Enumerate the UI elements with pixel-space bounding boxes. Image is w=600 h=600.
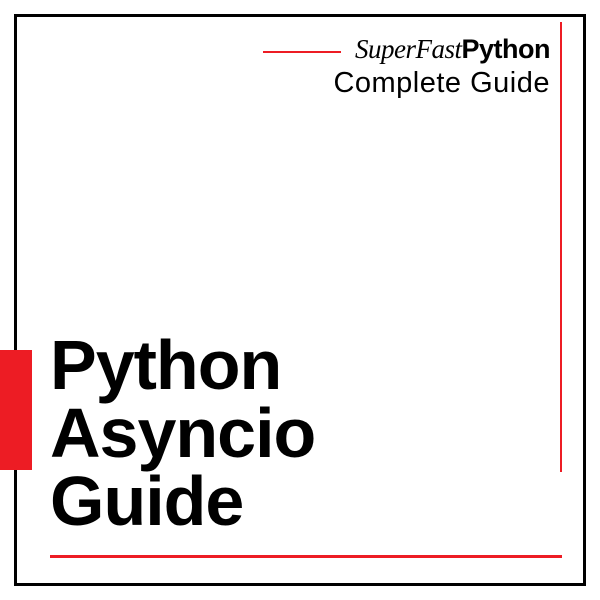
brand-prefix: SuperFast: [355, 34, 462, 64]
vertical-accent-line: [560, 22, 562, 472]
left-accent-block: [0, 350, 32, 470]
brand-suffix: Python: [462, 34, 551, 64]
bottom-accent-line: [50, 555, 562, 558]
decorative-dash: [263, 51, 341, 53]
title-line-3: Guide: [50, 468, 315, 536]
brand-row: SuperFastPython: [263, 34, 550, 65]
header-subtitle: Complete Guide: [263, 67, 550, 100]
header-block: SuperFastPython Complete Guide: [263, 34, 550, 100]
main-title: Python Asyncio Guide: [50, 332, 315, 536]
brand-name: SuperFastPython: [355, 34, 550, 65]
title-line-2: Asyncio: [50, 400, 315, 468]
title-line-1: Python: [50, 332, 315, 400]
